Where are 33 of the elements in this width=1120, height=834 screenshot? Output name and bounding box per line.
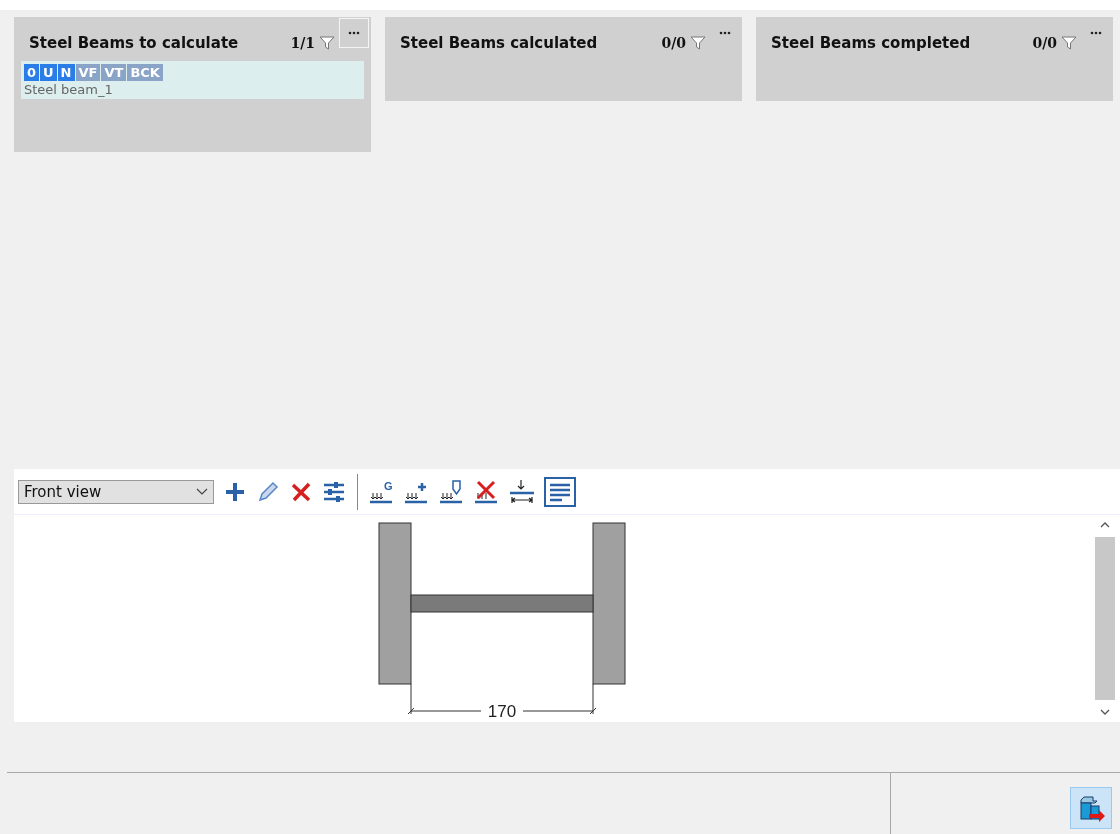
chevron-down-icon (196, 487, 208, 496)
column-title: Steel Beams completed (771, 34, 972, 52)
status-tag: U (40, 64, 57, 81)
status-tag: N (57, 64, 75, 81)
scroll-down-icon[interactable] (1100, 708, 1110, 716)
status-tag: BCK (127, 64, 163, 81)
pencil-icon[interactable] (256, 479, 280, 504)
export-button[interactable] (1070, 786, 1112, 829)
export-icon (1077, 793, 1105, 822)
status-tag: VT (101, 64, 127, 81)
filter-icon[interactable] (1061, 36, 1077, 50)
ellipsis-icon (1090, 31, 1102, 35)
column-title: Steel Beams to calculate (29, 34, 240, 52)
status-tag: VF (75, 64, 101, 81)
column-title: Steel Beams calculated (400, 34, 599, 52)
ellipsis-icon (348, 31, 360, 35)
sliders-icon[interactable] (322, 479, 346, 504)
column-count: 0/0 (1032, 35, 1057, 51)
column-count: 0/0 (661, 35, 686, 51)
column-count: 1/1 (290, 35, 315, 51)
scroll-up-icon[interactable] (1100, 521, 1110, 529)
delete-load-icon[interactable] (474, 478, 500, 505)
beam-card[interactable]: 0 U N VF VT BCK Steel beam_1 (21, 61, 364, 99)
filter-icon[interactable] (319, 36, 335, 50)
view-dropdown[interactable]: Front view (18, 479, 214, 504)
dimension-label: 170 (487, 702, 517, 720)
beam-name: Steel beam_1 (24, 82, 114, 97)
report-icon[interactable] (544, 476, 576, 507)
dimension-icon[interactable] (509, 478, 535, 505)
filter-icon[interactable] (690, 36, 706, 50)
status-tag: 0 (24, 64, 40, 81)
ellipsis-icon (719, 31, 731, 35)
load-pin-icon[interactable] (439, 478, 465, 505)
